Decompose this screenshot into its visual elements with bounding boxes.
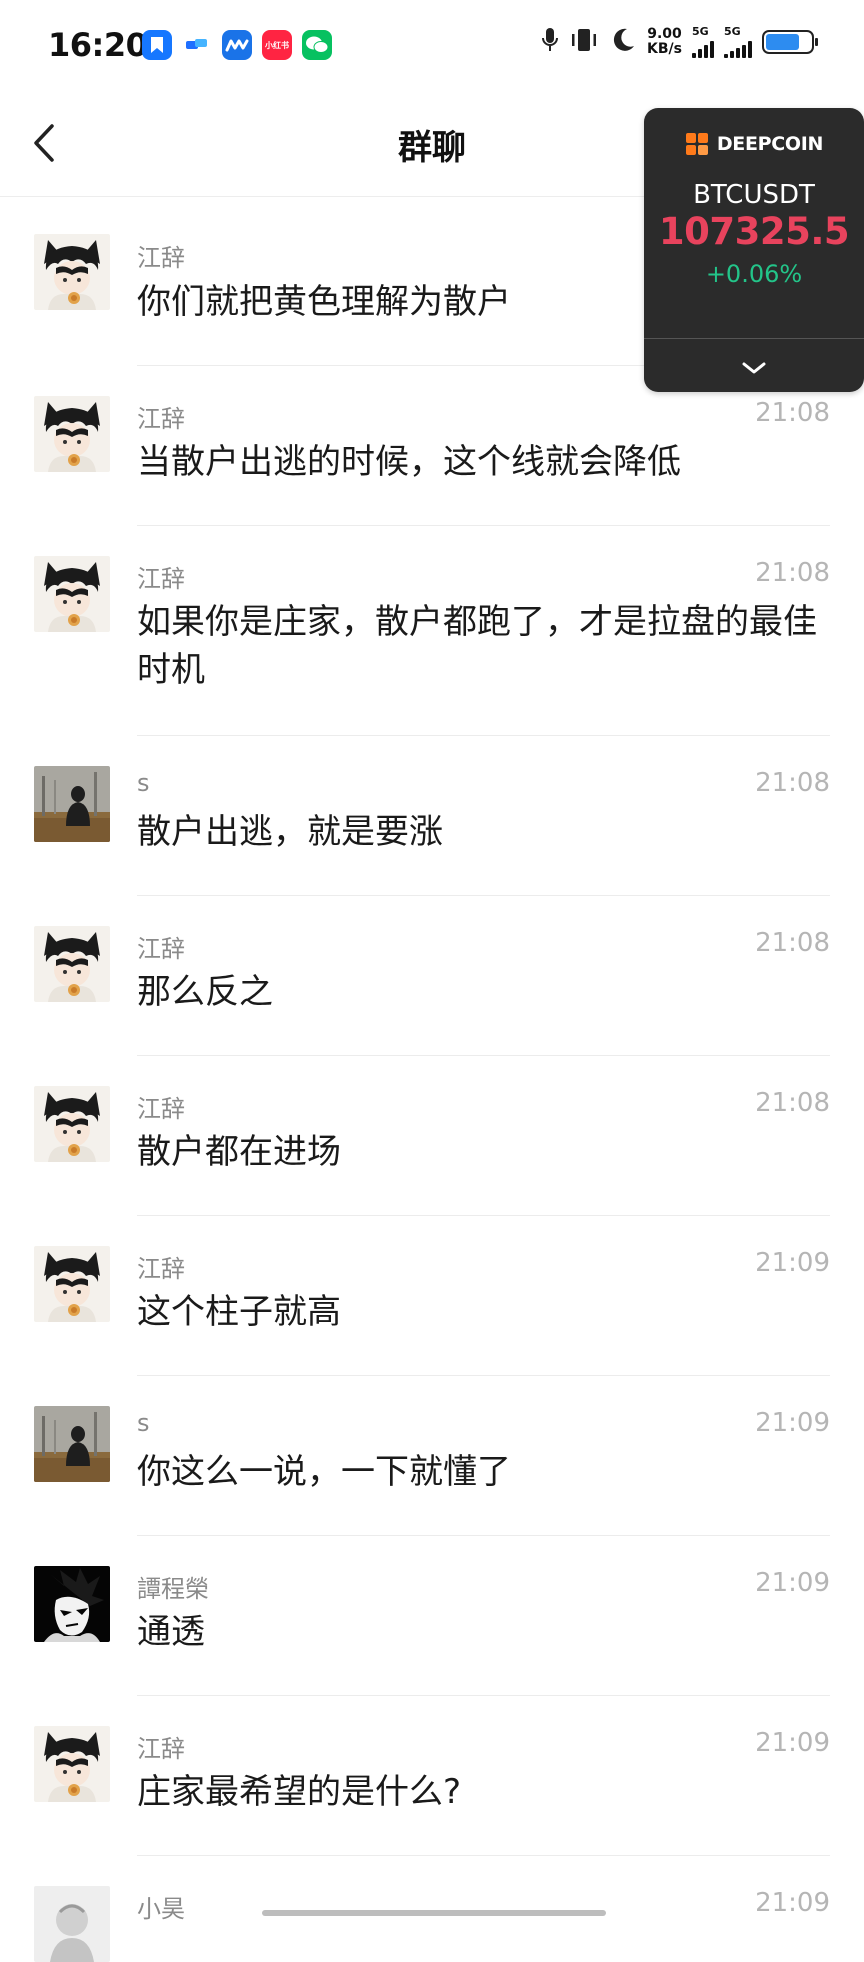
sender-name[interactable]: 江辞 — [137, 1729, 185, 1764]
signal-bars-icon — [692, 38, 714, 58]
message-text[interactable]: 你这么一说，一下就懂了 — [137, 1448, 817, 1496]
message-row[interactable]: 江辞 21:08 如果你是庄家，散户都跑了，才是拉盘的最佳时机 — [0, 526, 864, 736]
sender-name[interactable]: 江辞 — [137, 238, 185, 273]
message-text[interactable]: 这个柱子就高 — [137, 1288, 817, 1336]
message-row[interactable]: 江辞 21:08 那么反之 — [0, 896, 864, 1056]
message-time: 21:09 — [755, 1568, 830, 1598]
sender-name[interactable]: 江辞 — [137, 399, 185, 434]
cat-boy-avatar[interactable] — [34, 1086, 110, 1162]
battery-level — [766, 34, 799, 50]
message-text[interactable]: 如果你是庄家，散户都跑了，才是拉盘的最佳时机 — [137, 598, 817, 694]
price-value: 107325.5 — [658, 210, 850, 253]
sender-name[interactable]: 江辞 — [137, 929, 185, 964]
microphone-icon — [541, 26, 559, 58]
signal-sim2: 5G — [724, 26, 752, 58]
message-text[interactable]: 庄家最希望的是什么? — [137, 1768, 817, 1816]
status-icons: 9.00 KB/s 5G 5G — [541, 26, 818, 58]
message-time: 21:08 — [755, 558, 830, 588]
deepcoin-logo: DEEPCOIN — [644, 132, 864, 156]
cat-boy-avatar[interactable] — [34, 396, 110, 472]
sender-name[interactable]: 江辞 — [137, 1249, 185, 1284]
sender-name[interactable]: s — [137, 769, 150, 797]
cat-boy-avatar[interactable] — [34, 234, 110, 310]
brand-name: DEEPCOIN — [716, 133, 824, 155]
trading-pair: BTCUSDT — [693, 180, 815, 210]
forest-avatar[interactable] — [34, 1406, 110, 1482]
message-row[interactable]: 江辞 21:08 散户都在进场 — [0, 1056, 864, 1216]
vibrate-icon — [569, 26, 599, 58]
cat-boy-avatar[interactable] — [34, 1246, 110, 1322]
do-not-disturb-moon-icon — [609, 26, 637, 58]
xiaohongshu-app-icon: 小红书 — [262, 30, 292, 60]
sender-name[interactable]: s — [137, 1409, 150, 1437]
battery-icon — [762, 30, 818, 54]
widget-divider — [644, 338, 864, 339]
forest-avatar[interactable] — [34, 766, 110, 842]
signal-sim1: 5G — [692, 26, 714, 58]
home-indicator[interactable] — [262, 1910, 606, 1916]
sender-name[interactable]: 小昊 — [137, 1889, 185, 1924]
sender-name[interactable]: 江辞 — [137, 1089, 185, 1124]
chevron-down-icon — [742, 362, 766, 374]
message-time: 21:08 — [755, 398, 830, 428]
price-ticker-widget[interactable]: DEEPCOIN BTCUSDT 107325.5 +0.06% — [644, 108, 864, 392]
sender-name[interactable]: 江辞 — [137, 559, 185, 594]
message-row[interactable]: 譚程榮 21:09 通透 — [0, 1536, 864, 1696]
message-row[interactable]: 江辞 21:09 庄家最希望的是什么? — [0, 1696, 864, 1856]
collapse-button[interactable] — [734, 348, 774, 388]
sketch-avatar[interactable] — [34, 1886, 110, 1962]
message-text[interactable]: 散户都在进场 — [137, 1128, 817, 1176]
message-row[interactable]: s 21:09 你这么一说，一下就懂了 — [0, 1376, 864, 1536]
notification-app-icons: 小红书 — [142, 30, 332, 60]
cat-boy-avatar[interactable] — [34, 926, 110, 1002]
message-time: 21:08 — [755, 768, 830, 798]
cat-boy-avatar[interactable] — [34, 556, 110, 632]
price-change: +0.06% — [705, 260, 803, 288]
status-time: 16:20 — [48, 26, 148, 64]
message-text[interactable]: 当散户出逃的时候，这个线就会降低 — [137, 438, 817, 486]
message-time: 21:09 — [755, 1248, 830, 1278]
deepcoin-logo-icon — [685, 133, 708, 155]
message-text[interactable]: 那么反之 — [137, 968, 817, 1016]
message-time: 21:08 — [755, 1088, 830, 1118]
sender-name[interactable]: 譚程榮 — [137, 1569, 209, 1604]
wechat-app-icon — [302, 30, 332, 60]
message-text[interactable]: 散户出逃，就是要涨 — [137, 808, 817, 856]
message-time: 21:09 — [755, 1408, 830, 1438]
cat-boy-avatar[interactable] — [34, 1726, 110, 1802]
meituan-app-icon — [222, 30, 252, 60]
signal-bars-icon — [724, 38, 752, 58]
dark-portrait-avatar[interactable] — [34, 1566, 110, 1642]
message-text[interactable]: 通透 — [137, 1608, 817, 1656]
message-row[interactable]: 江辞 21:09 这个柱子就高 — [0, 1216, 864, 1376]
bookmark-app-icon — [142, 30, 172, 60]
message-row[interactable]: s 21:08 散户出逃，就是要涨 — [0, 736, 864, 896]
message-time: 21:09 — [755, 1728, 830, 1758]
cloud-app-icon — [182, 30, 212, 60]
status-bar: 16:20 小红书 9.00 KB/s 5G 5G — [0, 0, 864, 92]
message-time: 21:08 — [755, 928, 830, 958]
network-speed: 9.00 KB/s — [647, 26, 682, 57]
message-time: 21:09 — [755, 1888, 830, 1918]
